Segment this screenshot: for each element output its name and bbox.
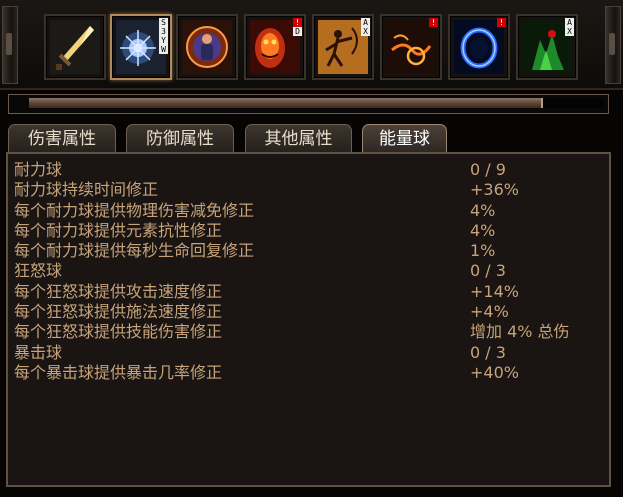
stat-value: 4%: [470, 201, 496, 220]
stat-row: 耐力球持续时间修正 +36%: [14, 180, 604, 200]
stat-row: 每个耐力球提供元素抗性修正 4%: [14, 221, 604, 241]
stat-value: 0 / 3: [470, 343, 506, 362]
stat-value: 0 / 9: [470, 160, 506, 179]
stat-row: 每个狂怒球提供施法速度修正 +4%: [14, 302, 604, 322]
sword-icon: [50, 20, 100, 74]
skill-slot-fire-lasso[interactable]: !: [380, 14, 442, 80]
skill-slot-warrior-aura[interactable]: [176, 14, 238, 80]
stat-label: 耐力球持续时间修正: [14, 180, 159, 199]
stat-row: 暴击球 0 / 3: [14, 343, 604, 363]
stat-label: 每个狂怒球提供技能伤害修正: [14, 322, 223, 341]
skill-tag-ax: AX: [361, 18, 370, 36]
experience-bar-fill: [29, 98, 543, 108]
stat-label: 耐力球: [14, 160, 63, 179]
skill-slot-archer[interactable]: AX: [312, 14, 374, 80]
stat-value: 4%: [470, 221, 496, 240]
stat-row: 每个耐力球提供每秒生命回复修正 1%: [14, 241, 604, 261]
stat-row: 每个狂怒球提供技能伤害修正 增加 4% 总伤: [14, 322, 604, 342]
stat-value: 增加 4% 总伤: [470, 322, 570, 341]
blue-portal-icon: [454, 20, 504, 74]
experience-bar-track: [29, 98, 604, 108]
stat-label: 每个狂怒球提供攻击速度修正: [14, 282, 223, 301]
skill-tag-warning: !: [497, 18, 506, 27]
skill-slot-sword[interactable]: [44, 14, 106, 80]
tab-damage-attributes[interactable]: 伤害属性: [8, 124, 116, 152]
skill-bar: S3YW ! D AX ! ! AX: [0, 0, 623, 90]
stat-value: 1%: [470, 241, 496, 260]
stat-row: 每个狂怒球提供攻击速度修正 +14%: [14, 282, 604, 302]
skill-tag-warning: !: [429, 18, 438, 27]
skill-slot-green-totem[interactable]: AX: [516, 14, 578, 80]
stat-row: 每个耐力球提供物理伤害减免修正 4%: [14, 201, 604, 221]
stat-label: 暴击球: [14, 343, 63, 362]
tab-defense-attributes[interactable]: 防御属性: [126, 124, 234, 152]
skill-slot-fire-demon[interactable]: ! D: [244, 14, 306, 80]
stat-label: 每个耐力球提供元素抗性修正: [14, 221, 223, 240]
skill-tag-s3yw: S3YW: [159, 18, 168, 54]
stat-row: 狂怒球 0 / 3: [14, 261, 604, 281]
tab-energy-orbs[interactable]: 能量球: [362, 124, 447, 152]
stat-label: 每个耐力球提供物理伤害减免修正: [14, 201, 255, 220]
experience-bar: [8, 94, 609, 114]
skill-tag-ax: AX: [565, 18, 574, 36]
tab-other-attributes[interactable]: 其他属性: [245, 124, 352, 152]
skill-tag-warning-d: ! D: [293, 18, 302, 36]
skill-slot-frost-energy[interactable]: S3YW: [110, 14, 172, 80]
stat-label: 每个耐力球提供每秒生命回复修正: [14, 241, 255, 260]
stat-label: 每个狂怒球提供施法速度修正: [14, 302, 223, 321]
fire-lasso-icon: [386, 20, 436, 74]
warrior-aura-icon: [182, 20, 232, 74]
stat-row: 耐力球 0 / 9: [14, 160, 604, 180]
skill-bar-right-cap: [605, 6, 621, 84]
skill-slot-blue-portal[interactable]: !: [448, 14, 510, 80]
stat-value: 0 / 3: [470, 261, 506, 280]
stat-label: 狂怒球: [14, 261, 63, 280]
skill-bar-left-cap: [2, 6, 18, 84]
stat-label: 每个暴击球提供暴击几率修正: [14, 363, 223, 382]
stat-value: +4%: [470, 302, 509, 321]
energy-orb-stats-panel: 耐力球 0 / 9 耐力球持续时间修正 +36% 每个耐力球提供物理伤害减免修正…: [6, 152, 611, 487]
stat-value: +40%: [470, 363, 519, 382]
stat-value: +14%: [470, 282, 519, 301]
stat-value: +36%: [470, 180, 519, 199]
stat-row: 每个暴击球提供暴击几率修正 +40%: [14, 363, 604, 383]
